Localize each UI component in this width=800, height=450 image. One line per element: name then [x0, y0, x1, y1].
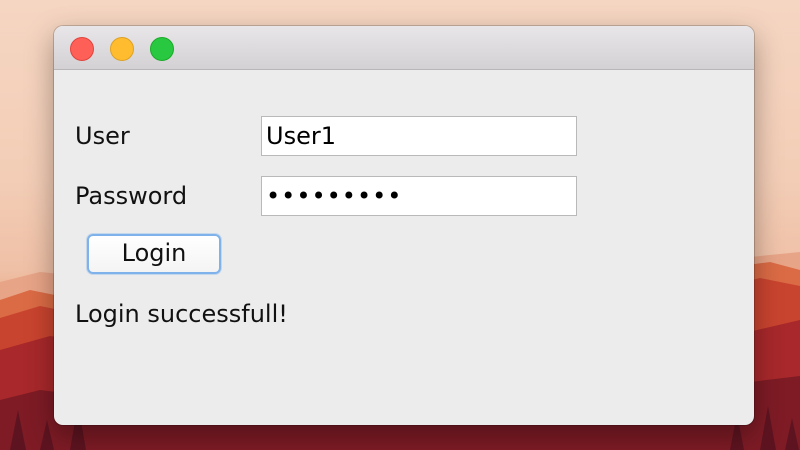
close-window-button[interactable]	[70, 37, 94, 61]
desktop-wallpaper: User Password ••••••••• Login Login succ…	[0, 0, 800, 450]
user-input[interactable]	[261, 116, 577, 156]
login-form: User Password ••••••••• Login Login succ…	[54, 70, 754, 425]
user-label: User	[75, 122, 130, 150]
login-button[interactable]: Login	[87, 234, 221, 274]
zoom-window-button[interactable]	[150, 37, 174, 61]
password-label: Password	[75, 182, 188, 210]
title-bar[interactable]	[54, 26, 754, 70]
minimize-window-button[interactable]	[110, 37, 134, 61]
password-input[interactable]: •••••••••	[261, 176, 577, 216]
status-message: Login successfull!	[75, 300, 288, 328]
app-window: User Password ••••••••• Login Login succ…	[54, 26, 754, 425]
